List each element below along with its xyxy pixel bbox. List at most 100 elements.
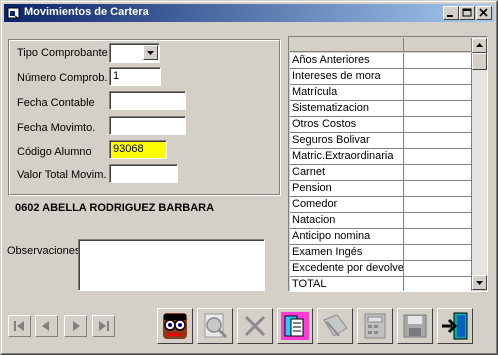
grid-vertical-scrollbar[interactable] (472, 38, 487, 290)
grid-value-cell[interactable] (404, 197, 472, 213)
grid-row[interactable]: Anticipo nomina (290, 229, 472, 245)
first-record-button[interactable] (8, 315, 31, 337)
grid-concept-cell: Examen Ingés (290, 245, 404, 261)
grid-row[interactable]: Excedente por devolver (290, 261, 472, 277)
minimize-icon (447, 15, 453, 17)
tipo-comprobante-label: Tipo Comprobante (17, 47, 108, 59)
grid-concept-cell: Otros Costos (290, 117, 404, 133)
student-face-icon (163, 313, 187, 339)
maximize-button[interactable] (459, 6, 475, 20)
numero-comprob-field[interactable]: 1 (109, 67, 161, 86)
grid-concept-cell: Años Anteriores (290, 53, 404, 69)
app-window: Movimientos de Cartera Tipo Comprobante … (0, 0, 498, 355)
grid-value-cell[interactable] (404, 69, 472, 85)
field-border (110, 92, 185, 109)
grid-row[interactable]: Matrícula (290, 85, 472, 101)
scroll-thumb[interactable] (472, 53, 487, 70)
preview-button[interactable] (197, 308, 233, 344)
fecha-contable-label: Fecha Contable (17, 97, 95, 109)
grid-row[interactable]: Matric.Extraordinaria (290, 149, 472, 165)
grid-row[interactable]: Otros Costos (290, 117, 472, 133)
grid-concept-cell: Comedor (290, 197, 404, 213)
grid-concept-cell: Seguros Bolivar (290, 133, 404, 149)
grid-value-cell[interactable] (404, 117, 472, 133)
field-border (110, 117, 185, 134)
window-title: Movimientos de Cartera (24, 6, 149, 18)
maximize-icon (462, 8, 472, 17)
grid-header-concept (290, 38, 404, 52)
grid-value-cell[interactable] (404, 85, 472, 101)
grid-value-cell[interactable] (404, 133, 472, 149)
cancel-x-icon (244, 315, 266, 337)
fecha-movimto-field[interactable] (109, 116, 186, 135)
grid-value-cell[interactable] (404, 213, 472, 229)
title-bar[interactable]: Movimientos de Cartera (4, 4, 494, 22)
codigo-alumno-field[interactable]: 93068 (109, 140, 167, 159)
fecha-movimto-label: Fecha Movimto. (17, 122, 96, 134)
grid-value-cell[interactable] (404, 181, 472, 197)
grid-value-cell[interactable] (404, 165, 472, 181)
scroll-up-button[interactable] (472, 38, 487, 53)
grid-row[interactable]: Intereses de mora (290, 69, 472, 85)
grid-concept-cell: Natacion (290, 213, 404, 229)
valor-total-field[interactable] (109, 164, 178, 183)
scroll-down-button[interactable] (472, 275, 487, 290)
edit-button[interactable] (317, 308, 353, 344)
next-record-button[interactable] (64, 315, 87, 337)
previous-record-icon (42, 321, 49, 331)
floppy-disk-icon (403, 314, 427, 338)
search-student-button[interactable] (157, 308, 193, 344)
grid-value-cell[interactable] (404, 53, 472, 69)
grid-row[interactable]: Años Anteriores (290, 53, 472, 69)
grid-concept-cell: Carnet (290, 165, 404, 181)
exit-button[interactable] (437, 308, 473, 344)
chevron-down-icon (147, 51, 154, 55)
grid-header-value (404, 38, 472, 52)
next-record-icon (73, 321, 80, 331)
grid-concept-cell: TOTAL (290, 277, 404, 291)
grid-row[interactable]: Seguros Bolivar (290, 133, 472, 149)
grid-concept-cell: Anticipo nomina (290, 229, 404, 245)
grid-value-cell[interactable] (404, 229, 472, 245)
grid-row[interactable]: Sistematizacion (290, 101, 472, 117)
grid-concept-cell: Sistematizacion (290, 101, 404, 117)
grid-row[interactable]: TOTAL (290, 277, 472, 291)
tipo-comprobante-dropdown-button[interactable] (143, 45, 158, 60)
calculator-button[interactable] (357, 308, 393, 344)
fecha-contable-field[interactable] (109, 91, 186, 110)
last-record-icon (99, 321, 109, 331)
valor-total-label: Valor Total Movim. (17, 169, 107, 181)
last-record-button[interactable] (92, 315, 115, 337)
close-icon (479, 8, 488, 17)
new-document-button[interactable] (277, 308, 313, 344)
grid-value-cell[interactable] (404, 277, 472, 291)
grid-concept-cell: Pension (290, 181, 404, 197)
grid-row[interactable]: Natacion (290, 213, 472, 229)
save-button[interactable] (397, 308, 433, 344)
grid-row[interactable]: Examen Ingés (290, 245, 472, 261)
cancel-button[interactable] (237, 308, 273, 344)
exit-door-icon (442, 312, 468, 340)
numero-comprob-value: 1 (113, 70, 120, 82)
grid-value-cell[interactable] (404, 261, 472, 277)
minimize-button[interactable] (443, 6, 459, 20)
grid-value-cell[interactable] (404, 101, 472, 117)
observaciones-textarea[interactable] (78, 239, 265, 291)
grid-row[interactable]: Carnet (290, 165, 472, 181)
calculator-icon (364, 313, 386, 339)
tipo-comprobante-select[interactable] (109, 43, 160, 63)
grid-value-cell[interactable] (404, 245, 472, 261)
concepts-grid[interactable]: Años Anteriores Intereses de mora Matrícul… (288, 36, 488, 292)
numero-comprob-label: Número Comprob. (17, 72, 108, 84)
grid-row[interactable]: Comedor (290, 197, 472, 213)
grid-concept-cell: Intereses de mora (290, 69, 404, 85)
arrow-down-icon (476, 281, 483, 285)
field-border (79, 240, 264, 290)
record-navigation (8, 315, 118, 337)
previous-record-button[interactable] (35, 315, 58, 337)
grid-row[interactable]: Pension (290, 181, 472, 197)
new-document-icon (281, 312, 309, 340)
close-button[interactable] (476, 6, 492, 20)
grid-value-cell[interactable] (404, 149, 472, 165)
print-preview-icon (204, 313, 228, 339)
